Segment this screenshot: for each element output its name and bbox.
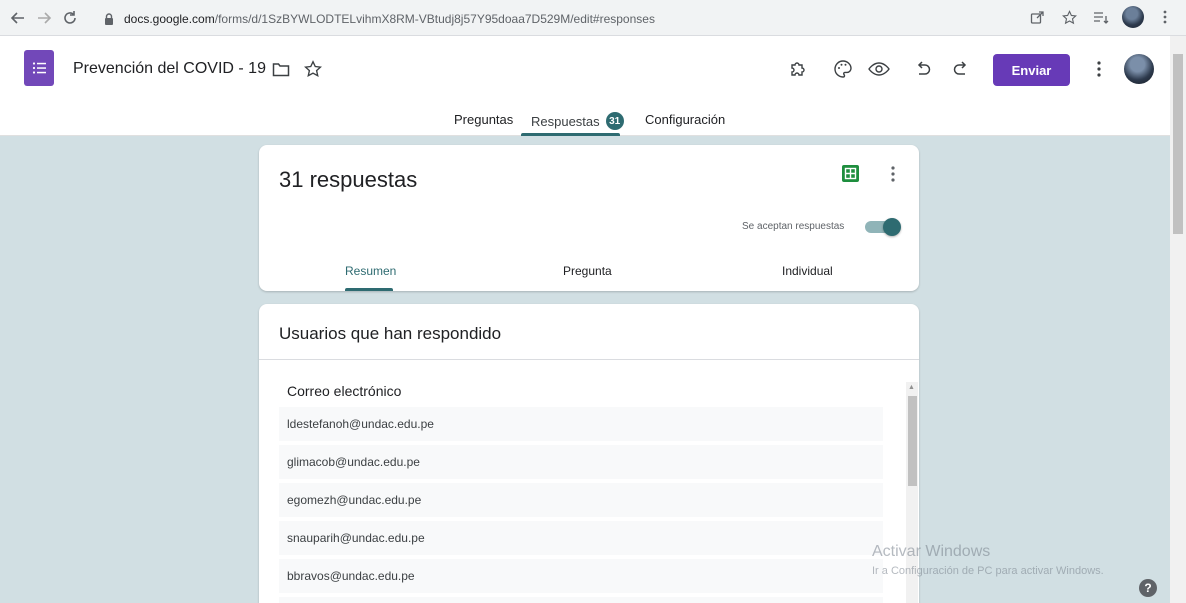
lock-icon xyxy=(102,12,116,26)
email-row[interactable]: bbravos@undac.edu.pe xyxy=(279,559,883,593)
responses-summary-card: 31 respuestas Se aceptan respuestas Resu… xyxy=(259,145,919,291)
respondents-card: Usuarios que han respondido Correo elect… xyxy=(259,304,919,603)
tab-settings[interactable]: Configuración xyxy=(645,112,725,127)
redo-icon[interactable] xyxy=(948,56,974,82)
subtab-question[interactable]: Pregunta xyxy=(563,264,612,278)
email-row[interactable]: egomezh@undac.edu.pe xyxy=(279,483,883,517)
tab-responses[interactable]: Respuestas 31 xyxy=(531,112,624,130)
active-tab-indicator xyxy=(521,133,620,136)
url-path: /forms/d/1SzBYWLODTELvihmX8RM-VBtudj8j57… xyxy=(214,12,655,26)
email-row[interactable]: ldestefanoh@undac.edu.pe xyxy=(279,407,883,441)
forms-header: Prevención del COVID - 19 Enviar Pregunt… xyxy=(0,36,1170,136)
email-row[interactable]: snauparih@undac.edu.pe xyxy=(279,521,883,555)
tab-questions[interactable]: Preguntas xyxy=(454,112,513,127)
address-bar[interactable]: docs.google.com/forms/d/1SzBYWLODTELvihm… xyxy=(102,8,682,30)
form-title[interactable]: Prevención del COVID - 19 xyxy=(73,60,266,78)
subtab-individual[interactable]: Individual xyxy=(782,264,833,278)
browser-profile-avatar[interactable] xyxy=(1122,6,1144,28)
list-scrollbar-thumb[interactable] xyxy=(908,396,917,486)
active-subtab-indicator xyxy=(345,288,393,291)
windows-activation-title: Activar Windows xyxy=(872,543,991,560)
email-text: bbravos@undac.edu.pe xyxy=(287,569,415,583)
share-icon[interactable] xyxy=(1026,6,1048,28)
responses-count-badge: 31 xyxy=(605,112,624,130)
email-row xyxy=(279,597,883,603)
tab-questions-label: Preguntas xyxy=(454,112,514,127)
windows-activation-subtitle: Ir a Configuración de PC para activar Wi… xyxy=(872,565,1104,577)
google-sheets-icon[interactable] xyxy=(842,165,859,182)
account-avatar[interactable] xyxy=(1124,54,1154,84)
browser-toolbar: docs.google.com/forms/d/1SzBYWLODTELvihm… xyxy=(0,0,1186,36)
responses-more-icon[interactable] xyxy=(883,163,903,185)
preview-eye-icon[interactable] xyxy=(866,56,892,82)
help-button[interactable]: ? xyxy=(1139,579,1157,597)
more-options-icon[interactable] xyxy=(1086,56,1112,82)
accepting-responses-label: Se aceptan respuestas xyxy=(742,221,845,232)
subtab-summary[interactable]: Resumen xyxy=(345,264,396,278)
scroll-up-arrow-icon[interactable]: ▲ xyxy=(908,384,915,391)
palette-icon[interactable] xyxy=(830,56,856,82)
reading-list-icon[interactable] xyxy=(1090,6,1112,28)
browser-menu-icon[interactable] xyxy=(1154,6,1176,28)
toggle-knob[interactable] xyxy=(883,218,901,236)
respondents-title: Usuarios que han respondido xyxy=(279,324,502,343)
google-forms-logo-icon[interactable] xyxy=(24,50,54,86)
email-text: glimacob@undac.edu.pe xyxy=(287,455,420,469)
url-domain: docs.google.com xyxy=(124,12,215,26)
form-tabs: Preguntas Respuestas 31 Configuración xyxy=(0,108,1170,136)
star-icon[interactable] xyxy=(300,56,326,82)
reload-icon[interactable] xyxy=(56,4,84,32)
responses-count-title: 31 respuestas xyxy=(279,167,418,192)
back-arrow-icon[interactable] xyxy=(4,4,32,32)
tab-settings-label: Configuración xyxy=(645,112,726,127)
email-text: ldestefanoh@undac.edu.pe xyxy=(287,417,434,431)
folder-icon[interactable] xyxy=(268,56,294,82)
undo-icon[interactable] xyxy=(910,56,936,82)
page-scrollbar-thumb[interactable] xyxy=(1173,54,1183,234)
email-text: snauparih@undac.edu.pe xyxy=(287,531,425,545)
divider xyxy=(259,359,919,360)
email-column-header: Correo electrónico xyxy=(287,383,402,399)
send-button[interactable]: Enviar xyxy=(993,54,1070,86)
email-row[interactable]: glimacob@undac.edu.pe xyxy=(279,445,883,479)
addons-puzzle-icon[interactable] xyxy=(785,56,811,82)
email-text: egomezh@undac.edu.pe xyxy=(287,493,422,507)
tab-responses-label: Respuestas xyxy=(531,113,600,129)
bookmark-star-icon[interactable] xyxy=(1058,6,1080,28)
forward-arrow-icon[interactable] xyxy=(30,4,58,32)
